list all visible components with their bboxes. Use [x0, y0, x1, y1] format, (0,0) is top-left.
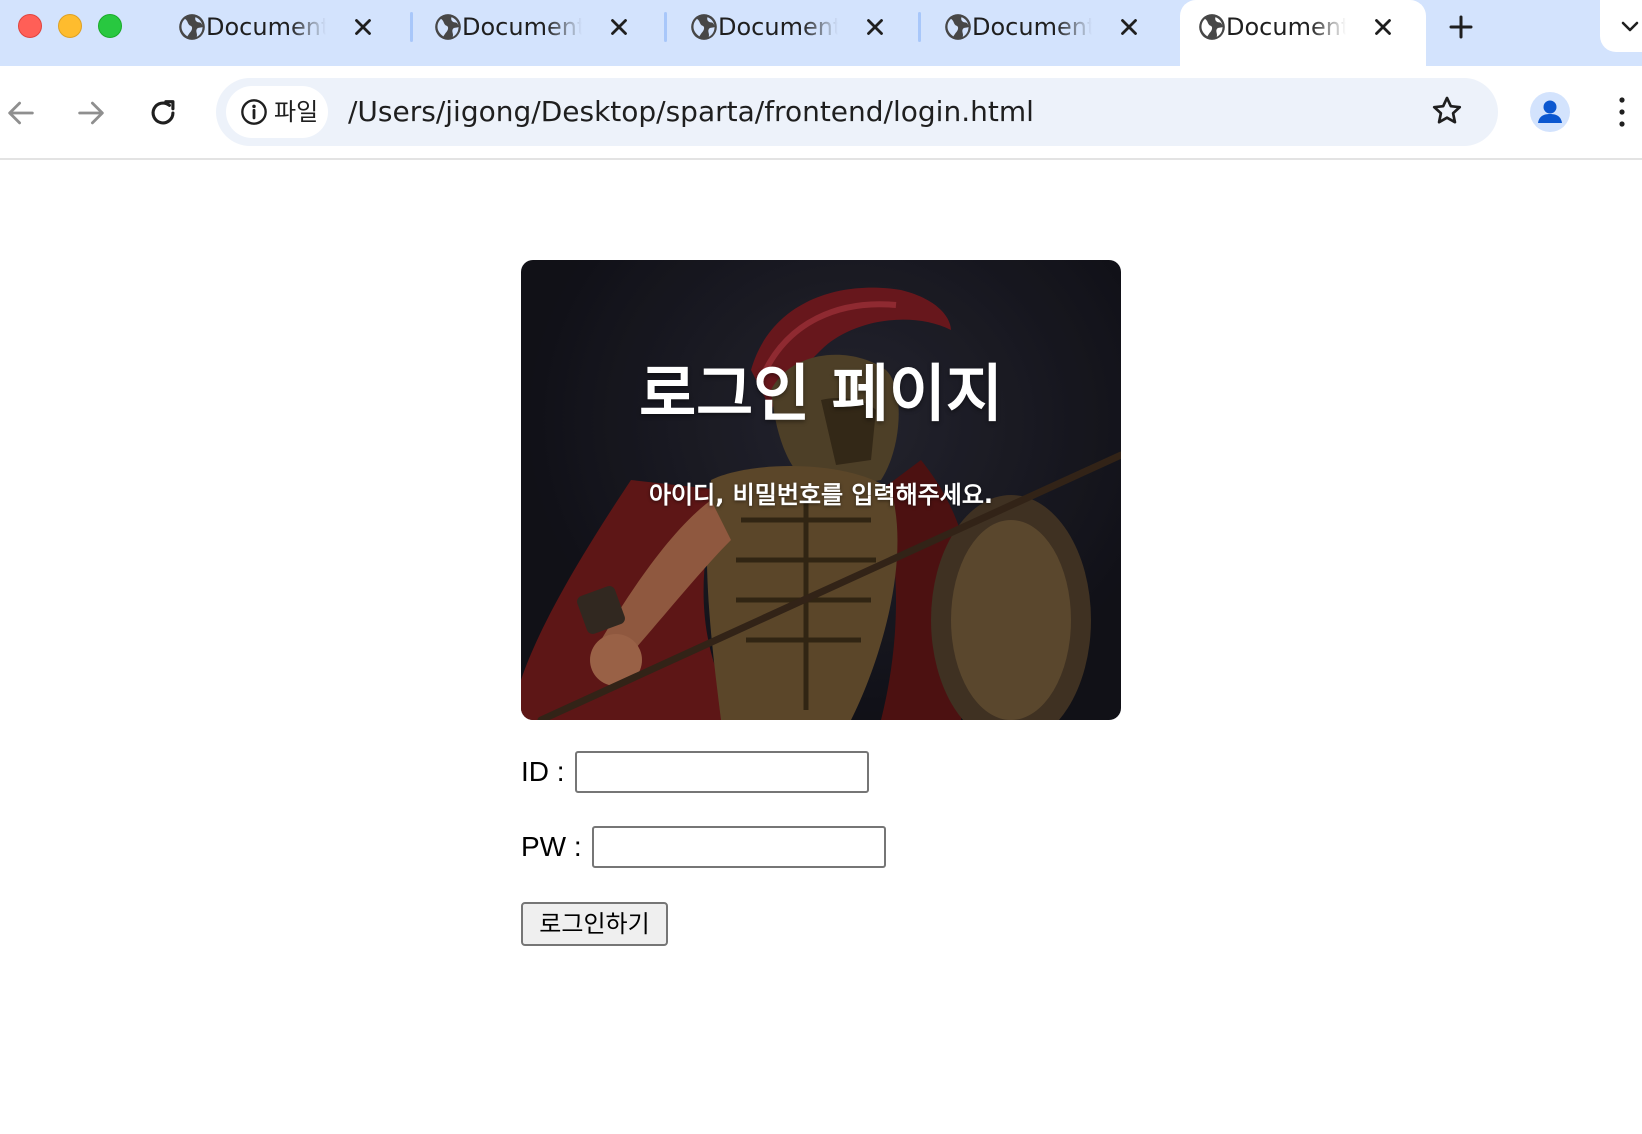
- browser-tab[interactable]: Document: [416, 0, 662, 66]
- browser-tab[interactable]: Document: [926, 0, 1172, 66]
- login-button[interactable]: 로그인하기: [521, 902, 668, 946]
- page-title: 로그인 페이지: [639, 357, 1003, 430]
- person-icon: [1538, 100, 1562, 123]
- close-icon[interactable]: [350, 14, 376, 40]
- pw-label: PW :: [521, 831, 582, 862]
- window-zoom-button[interactable]: [98, 14, 122, 38]
- tab-separator: [918, 12, 921, 42]
- tab-separator: [410, 12, 413, 42]
- browser-tab-active[interactable]: Document: [1180, 0, 1426, 66]
- reload-icon[interactable]: [146, 96, 180, 130]
- close-icon[interactable]: [1116, 14, 1142, 40]
- profile-avatar[interactable]: [1530, 92, 1570, 132]
- tab-title: Document: [462, 13, 582, 41]
- new-tab-plus-icon[interactable]: [1446, 12, 1476, 42]
- close-icon[interactable]: [1370, 14, 1396, 40]
- info-icon: [241, 99, 267, 125]
- browser-toolbar: 파일 /Users/jigong/Desktop/sparta/frontend…: [0, 66, 1642, 160]
- id-input[interactable]: [574, 751, 869, 793]
- tab-strip: Document Document Document Document Docu…: [0, 0, 1642, 66]
- tab-title: Document: [972, 13, 1092, 41]
- globe-icon: [435, 14, 461, 40]
- chevron-down-icon: [1621, 21, 1639, 32]
- back-arrow-icon[interactable]: [4, 96, 38, 130]
- browser-tab[interactable]: Document: [672, 0, 918, 66]
- id-label: ID :: [521, 756, 565, 787]
- globe-icon: [691, 14, 717, 40]
- page-subtitle: 아이디, 비밀번호를 입력해주세요.: [648, 481, 994, 509]
- id-form-row: ID :: [521, 750, 869, 794]
- window-minimize-button[interactable]: [58, 14, 82, 38]
- tab-search-button[interactable]: [1600, 0, 1642, 52]
- globe-icon: [1199, 14, 1225, 40]
- site-chip-label: 파일: [274, 98, 319, 126]
- site-info-chip[interactable]: 파일: [226, 86, 328, 138]
- close-icon[interactable]: [862, 14, 888, 40]
- bookmark-star-icon[interactable]: [1430, 94, 1464, 128]
- tab-title: Document: [206, 13, 326, 41]
- pw-form-row: PW :: [521, 825, 886, 869]
- window-close-button[interactable]: [18, 14, 42, 38]
- more-vertical-icon[interactable]: [1610, 94, 1634, 130]
- url-text[interactable]: /Users/jigong/Desktop/sparta/frontend/lo…: [348, 94, 1034, 130]
- address-bar[interactable]: 파일 /Users/jigong/Desktop/sparta/frontend…: [216, 78, 1498, 146]
- tab-separator: [664, 12, 667, 42]
- forward-arrow-icon[interactable]: [74, 96, 108, 130]
- tab-title: Document: [718, 13, 838, 41]
- pw-input[interactable]: [591, 826, 886, 868]
- browser-tab[interactable]: Document: [160, 0, 406, 66]
- globe-icon: [945, 14, 971, 40]
- hero-banner: 로그인 페이지 아이디, 비밀번호를 입력해주세요.: [521, 260, 1121, 720]
- tab-title: Document: [1226, 13, 1346, 41]
- globe-icon: [179, 14, 205, 40]
- close-icon[interactable]: [606, 14, 632, 40]
